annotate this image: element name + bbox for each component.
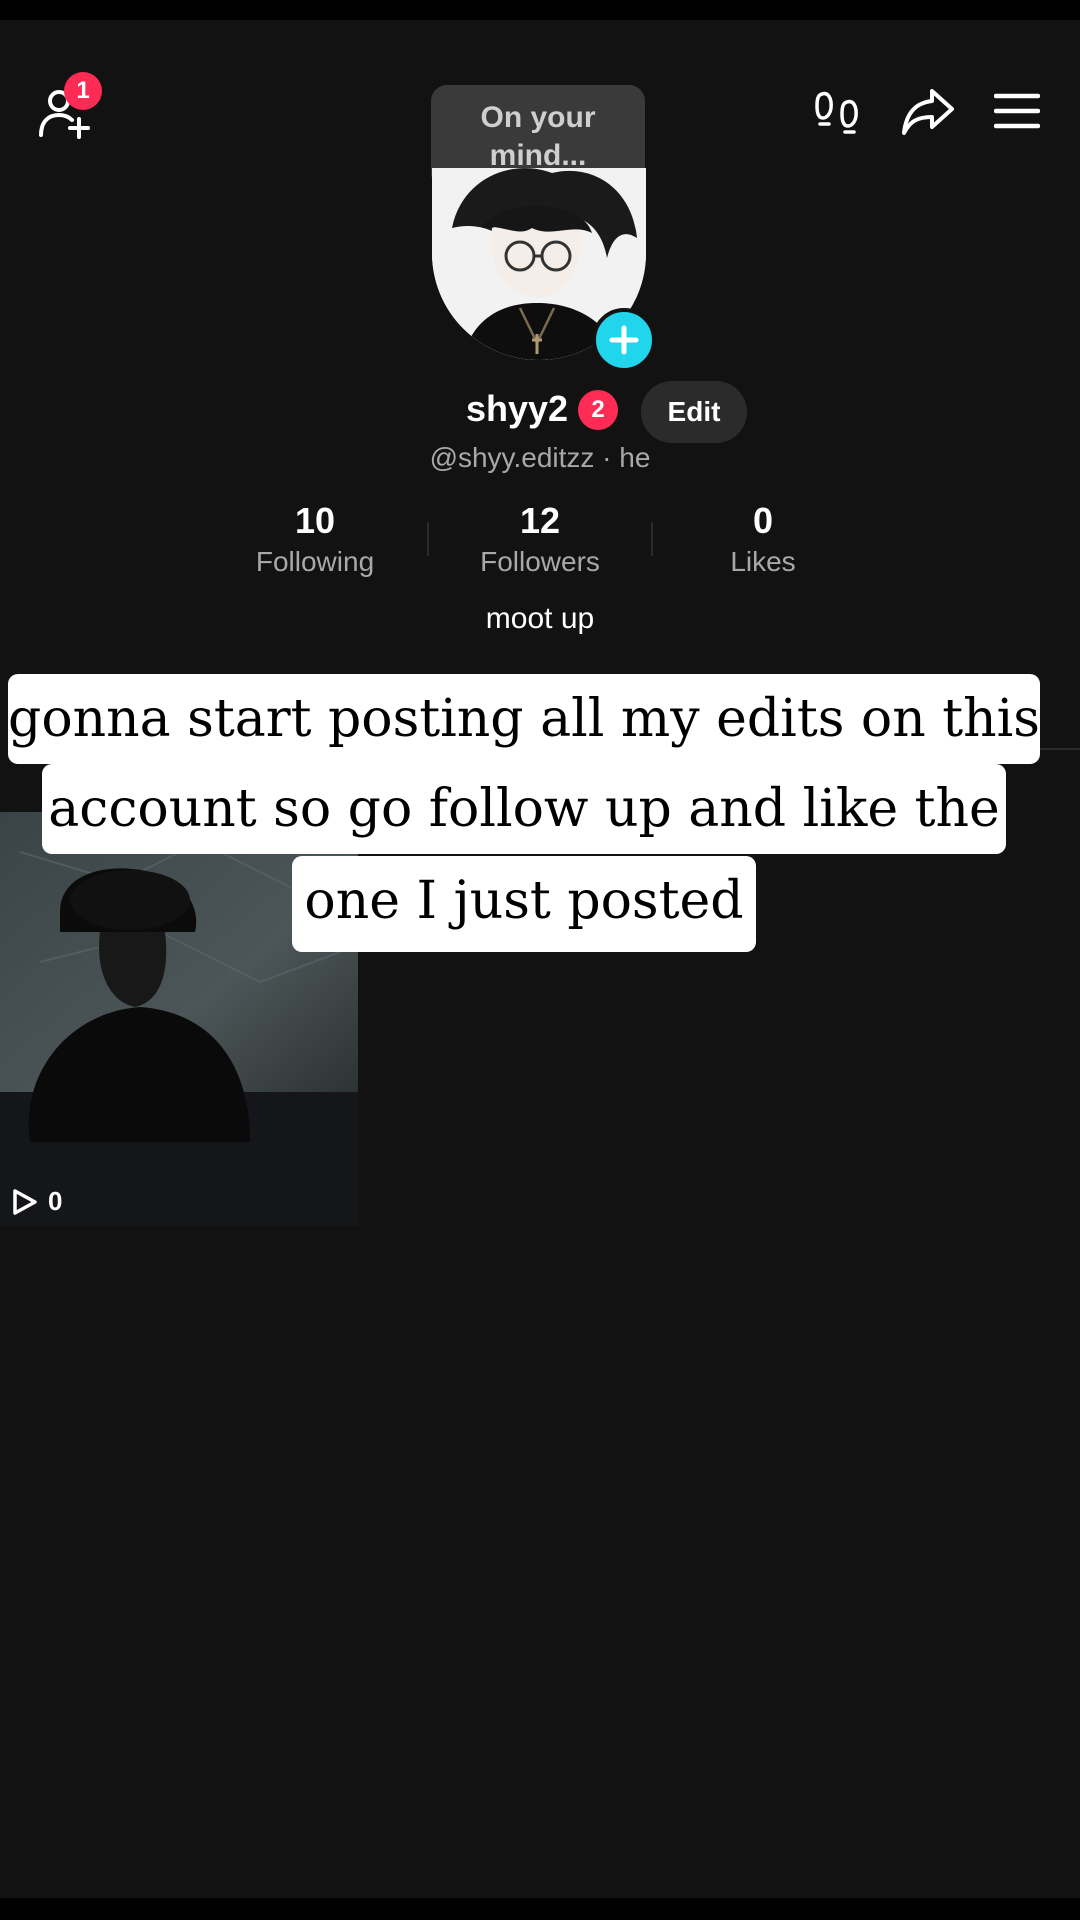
following-count: 10 bbox=[294, 500, 336, 541]
share-icon bbox=[902, 89, 954, 135]
bio: moot up bbox=[485, 602, 595, 635]
followers-stat[interactable]: 12 Followers bbox=[440, 500, 640, 578]
following-label: Following bbox=[255, 546, 375, 577]
username-handle: @shyy.editzz · he bbox=[429, 442, 651, 473]
name-row: shyy2 bbox=[0, 380, 1080, 442]
caption-line-1: gonna start posting all my edits on this bbox=[8, 674, 1040, 764]
notification-badge: 1 bbox=[64, 72, 102, 110]
menu-icon bbox=[994, 93, 1040, 129]
footprints-icon bbox=[815, 91, 858, 134]
stat-divider bbox=[651, 522, 653, 556]
followers-count: 12 bbox=[519, 500, 561, 541]
likes-count: 0 bbox=[752, 500, 774, 541]
video-view-count: 0 bbox=[12, 1186, 62, 1217]
profile-views-button[interactable] bbox=[812, 86, 866, 140]
likes-stat[interactable]: 0 Likes bbox=[663, 500, 863, 578]
share-profile-button[interactable] bbox=[896, 84, 960, 140]
likes-label: Likes bbox=[730, 546, 796, 577]
followers-label: Followers bbox=[480, 546, 600, 577]
view-count: 0 bbox=[48, 1186, 63, 1216]
status-bar bbox=[0, 0, 1080, 20]
play-icon bbox=[13, 1188, 37, 1215]
display-name: shyy2 bbox=[466, 388, 569, 429]
tab-divider bbox=[1040, 748, 1080, 750]
menu-button[interactable] bbox=[990, 88, 1044, 134]
caption-line-3: one I just posted bbox=[292, 856, 756, 952]
bottom-bar bbox=[0, 1898, 1080, 1920]
edit-profile-button[interactable]: Edit bbox=[641, 381, 747, 443]
caption-line-2: account so go follow up and like the bbox=[42, 764, 1006, 854]
stat-divider bbox=[427, 522, 429, 556]
add-story-button[interactable] bbox=[592, 308, 656, 372]
plus-icon bbox=[609, 325, 639, 355]
name-badge: 2 bbox=[578, 390, 618, 430]
following-stat[interactable]: 10 Following bbox=[215, 500, 415, 578]
